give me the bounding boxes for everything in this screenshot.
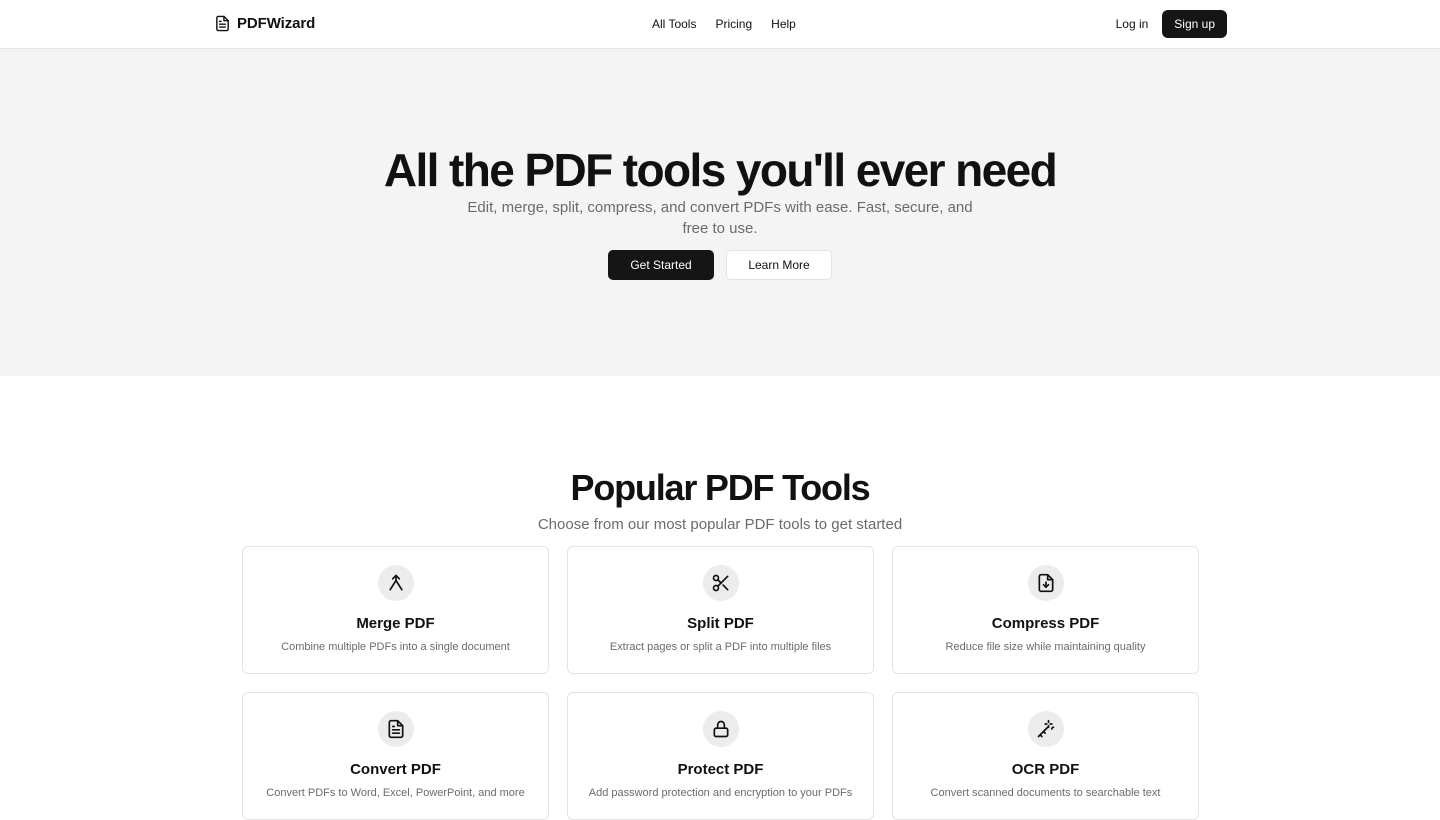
tool-card-convert[interactable]: Convert PDF Convert PDFs to Word, Excel,… (242, 692, 549, 820)
tool-card-ocr[interactable]: OCR PDF Convert scanned documents to sea… (892, 692, 1199, 820)
hero-actions: Get Started Learn More (0, 250, 1440, 280)
lock-icon (703, 711, 739, 747)
tool-description: Combine multiple PDFs into a single docu… (281, 641, 510, 653)
tool-description: Reduce file size while maintaining quali… (945, 641, 1146, 653)
file-download-icon (1028, 565, 1064, 601)
tool-title: OCR PDF (1011, 761, 1080, 778)
nav-link-pricing[interactable]: Pricing (715, 17, 752, 31)
tools-grid: Merge PDF Combine multiple PDFs into a s… (242, 546, 1199, 820)
tool-title: Protect PDF (677, 761, 764, 778)
hero-section: All the PDF tools you'll ever need Edit,… (0, 49, 1440, 376)
tool-description: Add password protection and encryption t… (588, 787, 853, 799)
nav-link-all-tools[interactable]: All Tools (652, 17, 696, 31)
magic-wand-icon (1028, 711, 1064, 747)
scissors-icon (703, 565, 739, 601)
tools-section-title: Popular PDF Tools (570, 467, 871, 508)
tool-card-merge[interactable]: Merge PDF Combine multiple PDFs into a s… (242, 546, 549, 674)
tool-card-protect[interactable]: Protect PDF Add password protection and … (567, 692, 874, 820)
hero-subtitle: Edit, merge, split, compress, and conver… (467, 199, 973, 237)
nav-link-help[interactable]: Help (771, 17, 796, 31)
login-link[interactable]: Log in (1116, 17, 1149, 31)
tool-description: Extract pages or split a PDF into multip… (609, 641, 832, 653)
get-started-button[interactable]: Get Started (608, 250, 714, 280)
tool-title: Split PDF (687, 615, 754, 632)
tool-description: Convert PDFs to Word, Excel, PowerPoint,… (266, 787, 525, 799)
brand-name: PDFWizard (237, 15, 316, 32)
brand-logo[interactable]: PDFWizard (214, 14, 315, 33)
tool-title: Compress PDF (991, 615, 1100, 632)
hero-title: All the PDF tools you'll ever need (383, 144, 1058, 196)
tool-title: Convert PDF (350, 761, 441, 778)
learn-more-button[interactable]: Learn More (726, 250, 832, 280)
file-text-icon (378, 711, 414, 747)
merge-icon (378, 565, 414, 601)
tool-description: Convert scanned documents to searchable … (930, 787, 1161, 799)
tool-title: Merge PDF (356, 615, 435, 632)
tool-card-compress[interactable]: Compress PDF Reduce file size while main… (892, 546, 1199, 674)
auth-actions: Log in Sign up (1116, 10, 1227, 38)
tools-section-subtitle: Choose from our most popular PDF tools t… (537, 516, 903, 533)
signup-button[interactable]: Sign up (1162, 10, 1227, 38)
tool-card-split[interactable]: Split PDF Extract pages or split a PDF i… (567, 546, 874, 674)
main-nav: All Tools Pricing Help (652, 17, 796, 31)
site-header: PDFWizard All Tools Pricing Help Log in … (0, 0, 1440, 49)
file-text-icon (214, 14, 231, 33)
